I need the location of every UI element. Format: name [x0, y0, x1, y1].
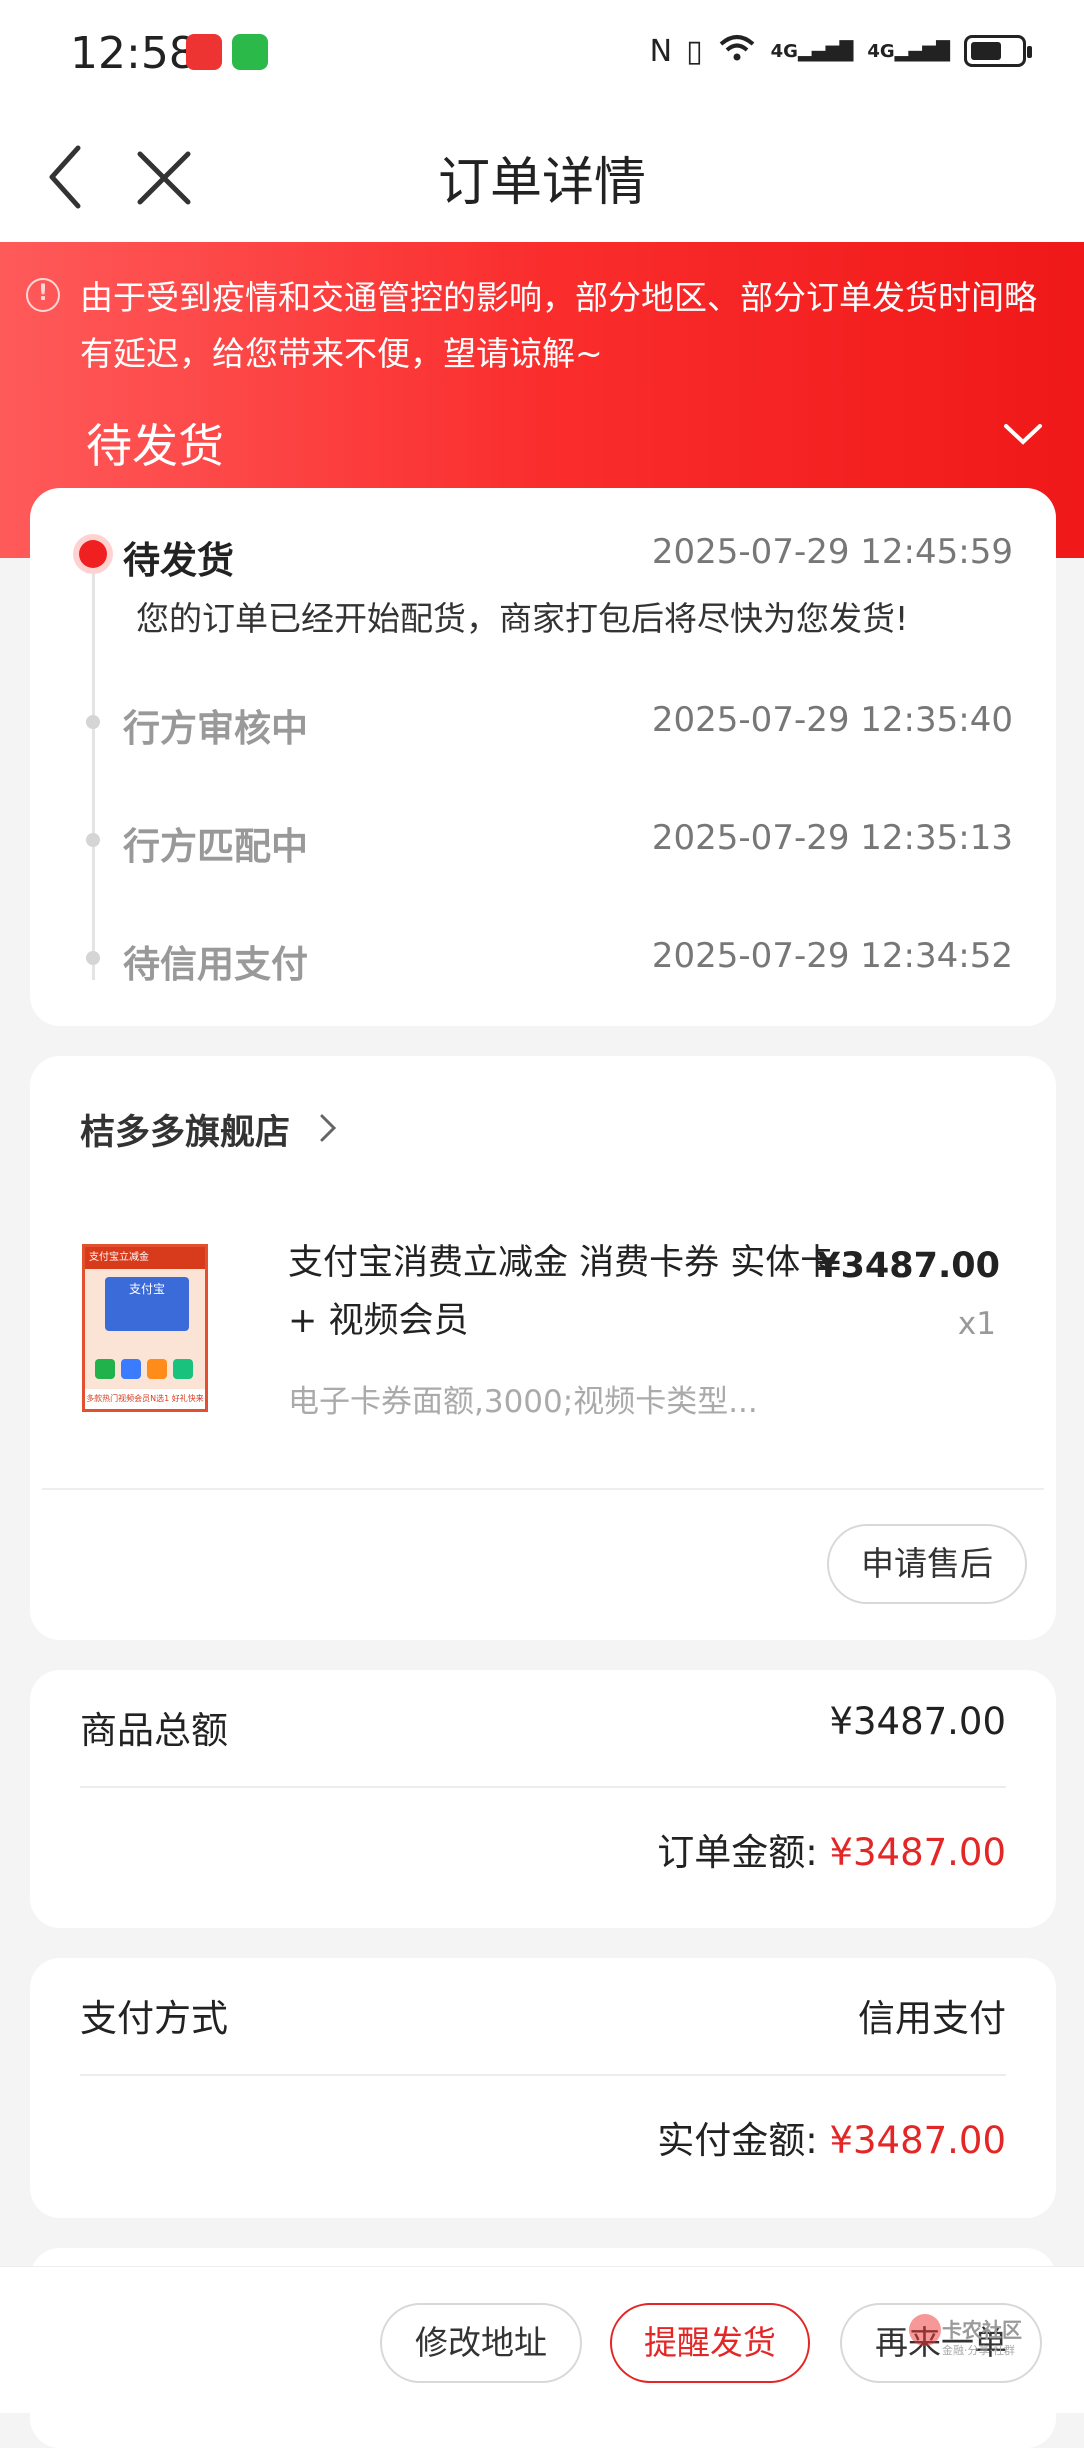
- product-quantity: x1: [957, 1306, 996, 1342]
- warning-icon: !: [26, 278, 60, 312]
- after-sale-button[interactable]: 申请售后: [827, 1524, 1027, 1604]
- divider: [80, 2074, 1006, 2076]
- remind-ship-button[interactable]: 提醒发货: [610, 2303, 810, 2383]
- paid-amount-row: 实付金额: ¥3487.00: [657, 2110, 1006, 2164]
- page-title: 订单详情: [437, 153, 646, 213]
- timeline-dot: [86, 951, 100, 965]
- order-timeline: 待发货 2025-07-29 12:45:59 您的订单已经开始配货，商家打包后…: [30, 488, 1056, 1026]
- paid-amount-label: 实付金额:: [657, 2119, 818, 2162]
- product-spec: 电子卡券面额,3000;视频卡类型...: [288, 1384, 758, 1420]
- signal-icon: 4G▂▄▆█: [770, 40, 854, 62]
- status-time: 12:58: [70, 28, 197, 79]
- chevron-down-icon[interactable]: [1002, 420, 1044, 450]
- product-image-footer: 多款热门视频会员N选1 好礼快来拿: [85, 1389, 205, 1409]
- battery-icon: [964, 35, 1032, 67]
- video-app-icons: [95, 1359, 193, 1379]
- signal-icon-2: 4G▂▄▆█: [867, 40, 950, 62]
- timeline-label: 待发货: [123, 539, 234, 582]
- alipay-card-graphic: 支付宝: [105, 1277, 189, 1331]
- order-amount-value: ¥3487.00: [829, 1831, 1006, 1874]
- status-bar: 12:58 N ▯ 4G▂▄▆█ 4G▂▄▆█: [0, 0, 1084, 110]
- amount-card: 商品总额 ¥3487.00 订单金额: ¥3487.00: [30, 1670, 1056, 1928]
- shop-name[interactable]: 桔多多旗舰店: [80, 1104, 290, 1155]
- timeline-dot: [86, 833, 100, 847]
- goods-total-label: 商品总额: [80, 1709, 228, 1752]
- timeline-label: 待信用支付: [123, 943, 308, 986]
- paid-amount-value: ¥3487.00: [829, 2119, 1006, 2162]
- watermark-text: 卡农社区: [942, 2318, 1022, 2342]
- timeline-time: 2025-07-29 12:34:52: [651, 936, 1013, 976]
- product-price: ¥3487.00: [816, 1246, 1000, 1286]
- payment-method-value: 信用支付: [858, 1997, 1006, 2040]
- wechat-icon: [232, 34, 268, 70]
- timeline-label: 行方匹配中: [123, 825, 308, 868]
- nav-bar: 订单详情: [0, 110, 1084, 242]
- delay-notice: 由于受到疫情和交通管控的影响，部分地区、部分订单发货时间略有延迟，给您带来不便，…: [80, 278, 1037, 373]
- divider: [42, 1488, 1044, 1490]
- vibrate-icon: ▯: [686, 33, 703, 69]
- divider: [80, 1786, 1006, 1788]
- shop-card: 桔多多旗舰店 支付宝立减金 支付宝 多款热门视频会员N选1 好礼快来拿 支付宝消…: [30, 1056, 1056, 1640]
- modify-address-button[interactable]: 修改地址: [380, 2303, 582, 2383]
- order-amount-label: 订单金额:: [657, 1831, 818, 1874]
- timeline-desc: 您的订单已经开始配货，商家打包后将尽快为您发货!: [136, 599, 909, 638]
- product-image[interactable]: 支付宝立减金 支付宝 多款热门视频会员N选1 好礼快来拿: [82, 1244, 208, 1412]
- timeline-time: 2025-07-29 12:35:40: [651, 700, 1013, 740]
- timeline-line: [92, 560, 95, 980]
- wifi-icon: [717, 32, 757, 70]
- payment-method-label: 支付方式: [80, 1997, 228, 2040]
- timeline-time: 2025-07-29 12:35:13: [651, 818, 1013, 858]
- status-icons: N ▯ 4G▂▄▆█ 4G▂▄▆█: [649, 32, 1032, 70]
- goods-total-value: ¥3487.00: [829, 1700, 1006, 1743]
- timeline-dot: [86, 715, 100, 729]
- notification-app-icon: [186, 34, 222, 70]
- payment-card: 支付方式 信用支付 实付金额: ¥3487.00: [30, 1958, 1056, 2218]
- product-title[interactable]: 支付宝消费立减金 消费卡券 实体卡 + 视频会员: [288, 1234, 848, 1350]
- timeline-dot-active: [79, 540, 107, 568]
- watermark-subtext: 金融·分享·社群: [942, 2344, 1015, 2357]
- product-image-banner: 支付宝立减金: [85, 1247, 205, 1269]
- order-amount-row: 订单金额: ¥3487.00: [657, 1822, 1006, 1876]
- nfc-icon: N: [649, 33, 673, 69]
- timeline-label: 行方审核中: [123, 707, 308, 750]
- chevron-right-icon[interactable]: [318, 1112, 338, 1144]
- order-status-title: 待发货: [86, 419, 224, 473]
- timeline-time: 2025-07-29 12:45:59: [651, 532, 1013, 572]
